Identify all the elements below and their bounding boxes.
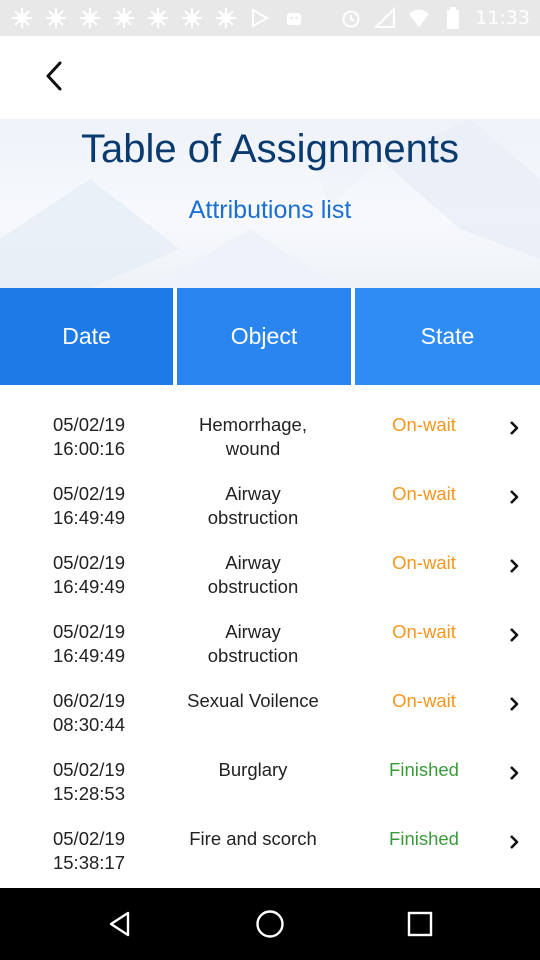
table-row[interactable]: 05/02/19 16:49:49 Airway obstruction On-wa… — [0, 551, 540, 620]
time-text: 15:28:53 — [52, 783, 125, 804]
play-store-icon — [248, 6, 272, 30]
chevron-right-icon — [510, 559, 519, 573]
object-text: Airway — [225, 483, 281, 504]
object-cell: Burglary — [168, 758, 338, 782]
state-cell: Finished — [389, 759, 459, 780]
object-cell: Sexual Voilence — [168, 689, 338, 713]
signal-icon — [373, 6, 397, 30]
state-cell: On-wait — [392, 552, 456, 573]
column-header-object[interactable]: Object — [177, 288, 351, 385]
time-text: 16:49:49 — [52, 576, 125, 597]
object-text: wound — [225, 438, 281, 459]
status-right-icons: 11:33 — [339, 6, 530, 30]
date-cell: 05/02/19 15:38:17 — [24, 827, 154, 875]
hero-banner: Table of Assignments Attributions list — [0, 119, 540, 288]
object-cell: Airway obstruction — [168, 620, 338, 668]
notification-icon — [146, 6, 170, 30]
alarm-icon — [339, 6, 363, 30]
time-text: 16:49:49 — [52, 507, 125, 528]
column-header-state[interactable]: State — [355, 288, 540, 385]
column-header-label: Object — [230, 323, 298, 349]
notification-icon — [112, 6, 136, 30]
time-text: 08:30:44 — [52, 714, 125, 735]
date-cell: 05/02/19 16:49:49 — [24, 482, 154, 530]
navigation-bar — [0, 888, 540, 960]
back-button[interactable] — [32, 54, 76, 98]
chevron-right-icon — [510, 490, 519, 504]
time-text: 16:00:16 — [52, 438, 125, 459]
battery-icon — [441, 6, 465, 30]
object-text: obstruction — [207, 507, 299, 528]
table-row[interactable]: 05/02/19 16:49:49 Airway obstruction On-wa… — [0, 482, 540, 551]
notification-icon — [10, 6, 34, 30]
android-icon — [282, 6, 306, 30]
date-cell: 05/02/19 16:49:49 — [24, 551, 154, 599]
date-cell: 05/02/19 16:49:49 — [24, 620, 154, 668]
circle-home-icon — [256, 910, 284, 938]
status-left-icons — [10, 6, 339, 30]
chevron-right-icon — [510, 766, 519, 780]
state-cell: On-wait — [392, 414, 456, 435]
object-text: Sexual Voilence — [187, 690, 319, 711]
date-text: 05/02/19 — [52, 621, 125, 642]
chevron-right-icon — [510, 697, 519, 711]
notification-icon — [214, 6, 238, 30]
date-cell: 05/02/19 15:28:53 — [24, 758, 154, 806]
table-row[interactable]: 05/02/19 15:38:17 Fire and scorch Finishe… — [0, 827, 540, 888]
date-text: 05/02/19 — [52, 552, 125, 573]
time-text: 15:38:17 — [52, 852, 125, 873]
status-bar: 11:33 — [0, 0, 540, 36]
object-cell: Hemorrhage, wound — [168, 413, 338, 461]
chevron-right-icon — [510, 421, 519, 435]
object-text: Burglary — [218, 759, 288, 780]
status-time: 11:33 — [475, 7, 530, 29]
assignments-list: 05/02/19 16:00:16 Hemorrhage, wound On-wai… — [0, 385, 540, 888]
page-title: Table of Assignments — [81, 127, 459, 171]
state-cell: On-wait — [392, 483, 456, 504]
object-text: Airway — [225, 621, 281, 642]
table-row[interactable]: 05/02/19 16:00:16 Hemorrhage, wound On-wai… — [0, 413, 540, 482]
object-text: obstruction — [207, 645, 299, 666]
object-text: Fire and scorch — [189, 828, 317, 849]
date-text: 05/02/19 — [52, 828, 125, 849]
time-text: 16:49:49 — [52, 645, 125, 666]
notification-icon — [180, 6, 204, 30]
column-header-label: State — [420, 323, 475, 349]
chevron-right-icon — [510, 628, 519, 642]
wifi-icon — [407, 6, 431, 30]
date-text: 06/02/19 — [52, 690, 125, 711]
state-cell: On-wait — [392, 621, 456, 642]
table-row[interactable]: 05/02/19 15:28:53 Burglary Finished — [0, 758, 540, 827]
state-cell: On-wait — [392, 690, 456, 711]
table-row[interactable]: 06/02/19 08:30:44 Sexual Voilence On-wait — [0, 689, 540, 758]
nav-back-button[interactable] — [98, 902, 142, 946]
chevron-right-icon — [510, 835, 519, 849]
state-cell: Finished — [389, 828, 459, 849]
nav-recents-button[interactable] — [398, 902, 442, 946]
object-text: Airway — [225, 552, 281, 573]
object-cell: Airway obstruction — [168, 482, 338, 530]
column-header-label: Date — [62, 323, 111, 349]
date-text: 05/02/19 — [52, 759, 125, 780]
date-cell: 05/02/19 16:00:16 — [24, 413, 154, 461]
object-text: obstruction — [207, 576, 299, 597]
table-header: Date Object State — [0, 288, 540, 385]
nav-home-button[interactable] — [248, 902, 292, 946]
square-recents-icon — [407, 911, 433, 937]
object-cell: Fire and scorch — [168, 827, 338, 851]
date-text: 05/02/19 — [52, 483, 125, 504]
table-row[interactable]: 05/02/19 16:49:49 Airway obstruction On-wa… — [0, 620, 540, 689]
notification-icon — [44, 6, 68, 30]
object-text: Hemorrhage, — [199, 414, 307, 435]
date-cell: 06/02/19 08:30:44 — [24, 689, 154, 737]
date-text: 05/02/19 — [52, 414, 125, 435]
page-subtitle: Attributions list — [188, 196, 352, 224]
object-cell: Airway obstruction — [168, 551, 338, 599]
chevron-left-icon — [46, 61, 62, 91]
triangle-back-icon — [109, 911, 130, 937]
top-bar — [0, 36, 540, 119]
column-header-date[interactable]: Date — [0, 288, 173, 385]
notification-icon — [78, 6, 102, 30]
